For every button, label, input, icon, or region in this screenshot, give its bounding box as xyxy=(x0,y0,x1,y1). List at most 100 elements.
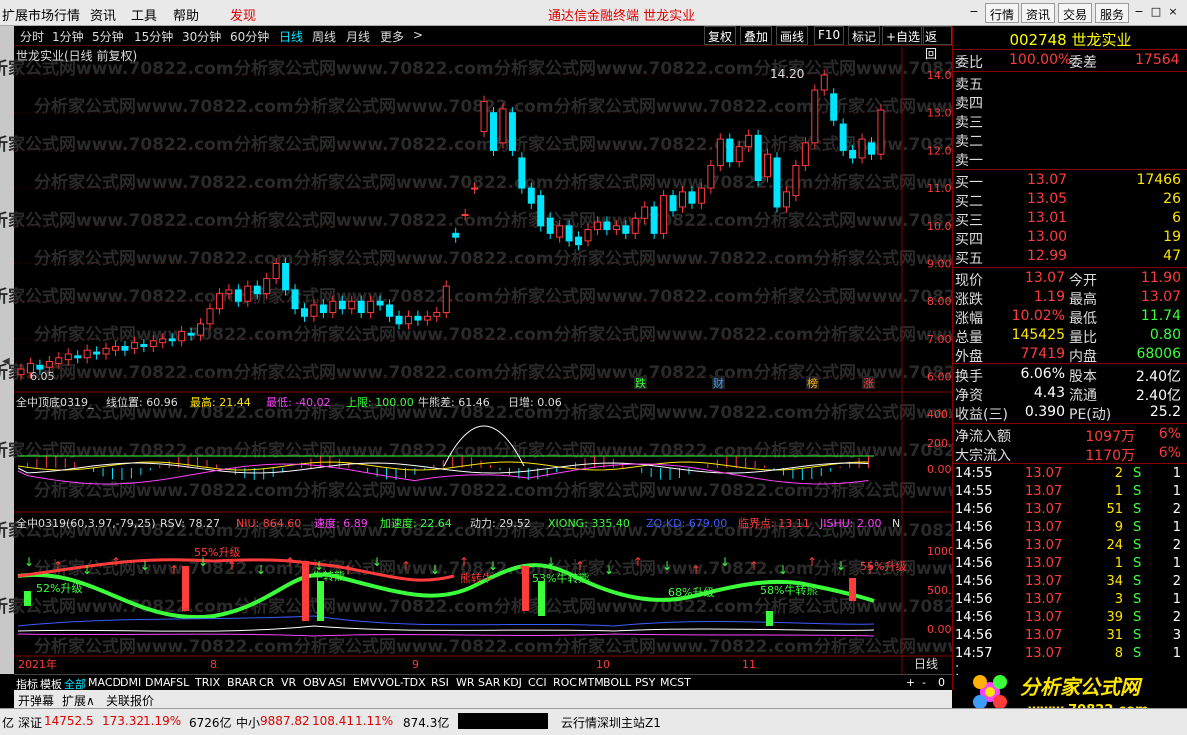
candle-body[interactable] xyxy=(471,187,479,190)
candle-body[interactable] xyxy=(414,315,422,321)
candle-body[interactable] xyxy=(868,142,875,155)
candle-body[interactable] xyxy=(423,315,431,321)
period-30m[interactable]: 30分钟 xyxy=(182,28,221,45)
candle-body[interactable] xyxy=(149,340,157,347)
candle-body[interactable] xyxy=(811,89,819,144)
candle-body[interactable] xyxy=(55,357,63,364)
candle-body[interactable] xyxy=(697,187,705,204)
candle-body[interactable] xyxy=(442,285,450,314)
chart-area[interactable]: 分析家公式网www.70822.com分析家公式网www.70822.com分析… xyxy=(0,46,1074,674)
candle-body[interactable] xyxy=(849,149,857,159)
candle-body[interactable] xyxy=(140,344,148,347)
more-chevron-icon[interactable]: > xyxy=(413,28,423,42)
candle-body[interactable] xyxy=(612,225,620,231)
minimize-icon[interactable]: − xyxy=(968,6,980,18)
candle-body[interactable] xyxy=(773,157,781,208)
period-60m[interactable]: 60分钟 xyxy=(230,28,269,45)
candle-body[interactable] xyxy=(244,285,252,302)
btn-back[interactable]: 返回 xyxy=(921,26,952,61)
candle-body[interactable] xyxy=(518,157,526,189)
server-name[interactable]: 云行情深圳主站Z1 xyxy=(561,714,661,731)
candle-body[interactable] xyxy=(556,225,564,238)
candle-body[interactable] xyxy=(310,304,318,317)
candle-body[interactable] xyxy=(792,164,800,197)
indicator-tab[interactable]: WR xyxy=(456,676,475,689)
top-btn-news[interactable]: 资讯 xyxy=(1021,3,1056,23)
candle-body[interactable] xyxy=(565,225,573,242)
candle-body[interactable] xyxy=(820,74,828,91)
candle-body[interactable] xyxy=(112,345,119,351)
candle-body[interactable] xyxy=(357,300,365,314)
indicator-tab[interactable]: ROC xyxy=(553,676,577,689)
candle-body[interactable] xyxy=(452,232,460,238)
menu-market[interactable]: 扩展市场行情 xyxy=(2,5,80,24)
indicator-tab[interactable]: VOL-TDX xyxy=(378,676,426,689)
left-scroll-strip[interactable]: ◀ xyxy=(0,26,14,674)
indicator-tab[interactable]: BRAR xyxy=(227,676,257,689)
indicator-tab[interactable]: CCI xyxy=(528,676,547,689)
candle-body[interactable] xyxy=(801,142,809,166)
candle-body[interactable] xyxy=(527,187,535,204)
candle-body[interactable] xyxy=(206,308,214,325)
indicator-tab[interactable]: MCST xyxy=(660,676,691,689)
candle-body[interactable] xyxy=(726,138,734,163)
btn-expand[interactable]: 扩展∧ xyxy=(62,692,95,709)
top-btn-trade[interactable]: 交易 xyxy=(1058,3,1093,23)
candle-body[interactable] xyxy=(83,349,91,359)
candle-body[interactable] xyxy=(546,217,554,234)
zoom-control[interactable]: + xyxy=(906,676,915,689)
menu-news[interactable]: 资讯 xyxy=(90,5,116,24)
top-btn-service[interactable]: 服务 xyxy=(1095,3,1130,23)
btn-danmu[interactable]: 开弹幕 xyxy=(18,692,54,709)
candle-body[interactable] xyxy=(376,300,384,306)
menu-discover[interactable]: 发现 xyxy=(230,5,256,24)
btn-related-quote[interactable]: 关联报价 xyxy=(106,692,154,709)
btn-f10[interactable]: F10 xyxy=(814,26,845,45)
candle-body[interactable] xyxy=(272,263,280,280)
candle-body[interactable] xyxy=(348,300,356,310)
candle-body[interactable] xyxy=(584,229,592,242)
candle-body[interactable] xyxy=(669,195,677,212)
candle-body[interactable] xyxy=(603,221,611,231)
candle-body[interactable] xyxy=(764,153,772,178)
candle-body[interactable] xyxy=(253,285,261,295)
candle-body[interactable] xyxy=(45,361,53,368)
candle-body[interactable] xyxy=(329,300,337,314)
indicator-tab[interactable]: MACD xyxy=(88,676,121,689)
candle-body[interactable] xyxy=(282,263,290,291)
candle-body[interactable] xyxy=(830,93,838,121)
candle-body[interactable] xyxy=(263,278,271,295)
menu-tools[interactable]: 工具 xyxy=(131,5,157,24)
candle-body[interactable] xyxy=(716,138,724,166)
period-5m[interactable]: 5分钟 xyxy=(92,28,124,45)
indicator-tab[interactable]: CR xyxy=(259,676,274,689)
candle-body[interactable] xyxy=(679,191,686,208)
candle-body[interactable] xyxy=(291,289,299,310)
candle-body[interactable] xyxy=(395,315,403,325)
candle-body[interactable] xyxy=(159,338,167,344)
candle-body[interactable] xyxy=(301,308,308,317)
candle-body[interactable] xyxy=(187,332,195,336)
candle-body[interactable] xyxy=(641,206,649,219)
candle-body[interactable] xyxy=(735,146,743,163)
period-1m[interactable]: 1分钟 xyxy=(52,28,84,45)
period-daily[interactable]: 日线 xyxy=(279,28,303,45)
candle-body[interactable] xyxy=(480,100,488,133)
candle-body[interactable] xyxy=(130,342,138,349)
minimize-window-icon[interactable]: − xyxy=(1133,6,1145,18)
candle-body[interactable] xyxy=(64,353,72,361)
candle-body[interactable] xyxy=(575,236,583,246)
btn-overlay[interactable]: 叠加 xyxy=(740,26,773,45)
candle-body[interactable] xyxy=(593,221,601,231)
btn-fuquan[interactable]: 复权 xyxy=(704,26,737,45)
indicator-tab[interactable]: RSI xyxy=(431,676,449,689)
indicator-tab[interactable]: EMV xyxy=(353,676,377,689)
period-more[interactable]: 更多 xyxy=(380,28,404,45)
candle-body[interactable] xyxy=(121,345,129,351)
candle-body[interactable] xyxy=(178,330,186,342)
menu-help[interactable]: 帮助 xyxy=(173,5,199,24)
candle-body[interactable] xyxy=(197,323,205,336)
candle-body[interactable] xyxy=(404,315,412,325)
candle-body[interactable] xyxy=(461,213,469,216)
candle-body[interactable] xyxy=(499,108,507,144)
